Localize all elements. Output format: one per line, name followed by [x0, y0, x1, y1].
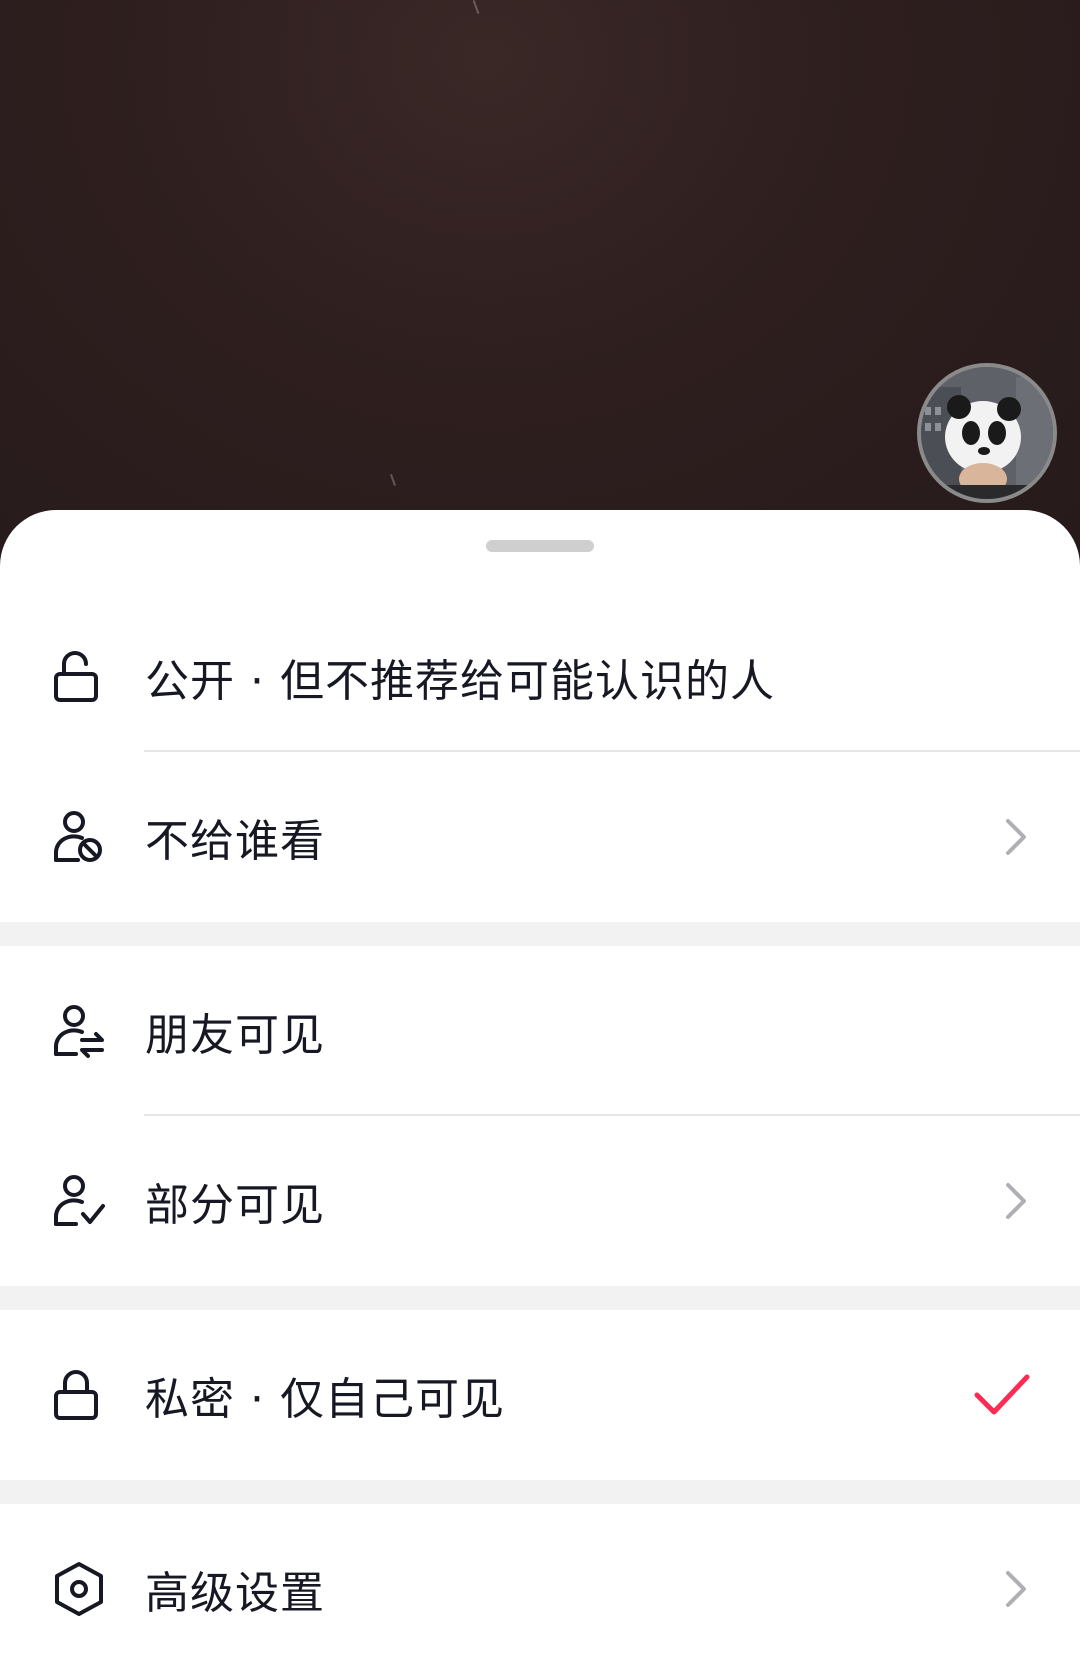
sheet-drag-handle[interactable] — [486, 540, 594, 552]
background-streak — [472, 0, 480, 14]
section-gap — [0, 1286, 1080, 1310]
unlock-icon — [54, 651, 98, 702]
avatar[interactable] — [917, 363, 1057, 503]
user-block-icon — [54, 811, 102, 862]
hexagon-settings-icon — [55, 1562, 103, 1616]
user-friends-icon — [54, 1005, 104, 1058]
privacy-bottom-sheet: 公开 · 但不推荐给可能认识的人 不给谁看 朋友可见 部分可见 私密 · 仅自己… — [0, 510, 1080, 1668]
option-partially-visible[interactable]: 部分可见 — [0, 1116, 1080, 1286]
section-gap — [0, 922, 1080, 946]
option-hide-from[interactable]: 不给谁看 — [0, 752, 1080, 922]
option-advanced-settings[interactable]: 高级设置 — [0, 1504, 1080, 1668]
option-public-not-recommended[interactable]: 公开 · 但不推荐给可能认识的人 — [0, 592, 1080, 762]
option-label: 公开 · 但不推荐给可能认识的人 — [145, 656, 775, 707]
background-streak — [390, 474, 396, 486]
option-label: 不给谁看 — [145, 816, 325, 867]
lock-icon — [54, 1370, 98, 1420]
checkmark-icon — [974, 1374, 1030, 1415]
user-check-icon — [54, 1175, 105, 1226]
section-gap — [0, 1480, 1080, 1504]
option-label: 高级设置 — [145, 1568, 325, 1619]
option-label: 私密 · 仅自己可见 — [145, 1374, 505, 1425]
chevron-right-icon — [1006, 1183, 1026, 1219]
avatar-panda-image — [921, 367, 1053, 499]
option-label: 朋友可见 — [145, 1010, 325, 1061]
option-private-only-me[interactable]: 私密 · 仅自己可见 — [0, 1310, 1080, 1480]
option-friends-only[interactable]: 朋友可见 — [0, 946, 1080, 1116]
video-background — [0, 0, 1080, 580]
chevron-right-icon — [1006, 1571, 1026, 1607]
option-label: 部分可见 — [145, 1180, 325, 1231]
chevron-right-icon — [1006, 819, 1026, 855]
screen: 公开 · 但不推荐给可能认识的人 不给谁看 朋友可见 部分可见 私密 · 仅自己… — [0, 0, 1080, 1668]
